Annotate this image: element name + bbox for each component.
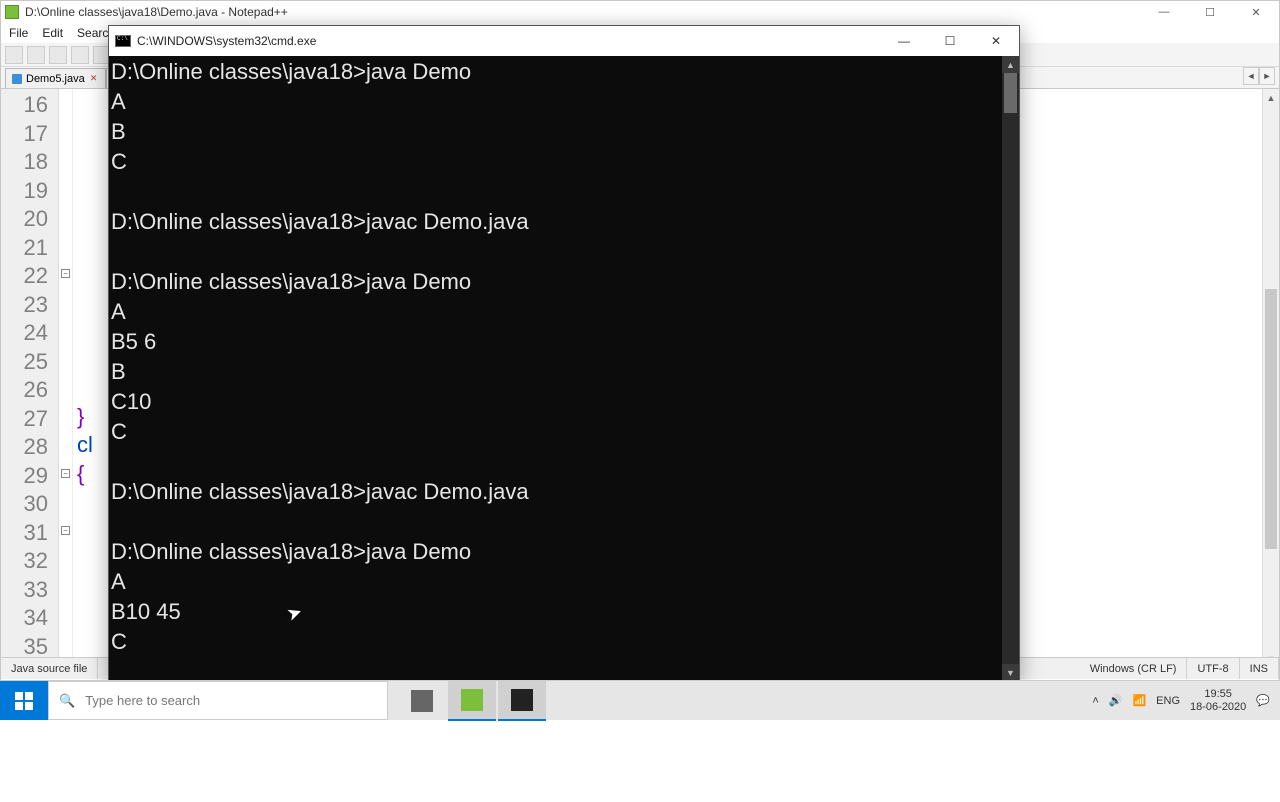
scroll-down-icon[interactable]: ▼ <box>1002 664 1019 681</box>
cmd-window: C:\WINDOWS\system32\cmd.exe — ☐ ✕ D:\Onl… <box>108 25 1020 682</box>
tab-label: Demo5.java <box>26 73 85 85</box>
line-number: 31 <box>1 519 48 548</box>
scroll-up-icon[interactable]: ▲ <box>1002 56 1019 73</box>
toolbar-saveall-icon[interactable] <box>71 46 89 64</box>
cmd-titlebar[interactable]: C:\WINDOWS\system32\cmd.exe — ☐ ✕ <box>109 26 1019 56</box>
status-insert-mode: INS <box>1240 658 1279 679</box>
npp-titlebar[interactable]: D:\Online classes\java18\Demo.java - Not… <box>1 1 1279 23</box>
status-encoding: UTF-8 <box>1187 658 1239 679</box>
line-number: 34 <box>1 604 48 633</box>
system-tray: ˄ 🔊 📶 ENG 19:55 18-06-2020 💬 <box>1082 681 1280 720</box>
line-number: 26 <box>1 376 48 405</box>
taskbar-apps <box>388 681 1082 720</box>
fold-marker-icon[interactable]: − <box>61 469 70 478</box>
tab-scroll-left-icon[interactable]: ◄ <box>1243 67 1259 85</box>
search-placeholder: Type here to search <box>85 693 200 708</box>
menu-file[interactable]: File <box>9 26 28 40</box>
line-gutter: 16 17 18 19 20 21 22 23 24 25 26 27 28 2… <box>1 89 59 667</box>
tab-demo5[interactable]: Demo5.java ✕ <box>5 68 106 88</box>
taskview-button[interactable] <box>398 681 446 721</box>
tray-volume-icon[interactable]: 🔊 <box>1109 694 1123 707</box>
menu-edit[interactable]: Edit <box>42 26 63 40</box>
file-icon <box>12 74 22 84</box>
fold-marker-icon[interactable]: − <box>61 526 70 535</box>
line-number: 16 <box>1 91 48 120</box>
tray-chevron-icon[interactable]: ˄ <box>1092 695 1098 707</box>
scroll-thumb[interactable] <box>1265 289 1277 549</box>
toolbar-new-icon[interactable] <box>5 46 23 64</box>
tray-date: 18-06-2020 <box>1190 701 1246 714</box>
code-text: cl <box>77 432 93 457</box>
line-number: 17 <box>1 120 48 149</box>
npp-scrollbar[interactable]: ▲ ▼ <box>1262 89 1279 667</box>
line-number: 25 <box>1 348 48 377</box>
tray-network-icon[interactable]: 📶 <box>1132 694 1146 707</box>
line-number: 32 <box>1 547 48 576</box>
line-number: 28 <box>1 433 48 462</box>
line-number: 19 <box>1 177 48 206</box>
taskbar-item-cmd[interactable] <box>498 681 546 721</box>
line-number: 18 <box>1 148 48 177</box>
cmd-scrollbar[interactable]: ▲ ▼ <box>1002 56 1019 681</box>
line-number: 30 <box>1 490 48 519</box>
taskbar-search[interactable]: 🔍 Type here to search <box>48 681 388 720</box>
line-number: 27 <box>1 405 48 434</box>
tray-notifications-icon[interactable]: 💬 <box>1256 694 1270 707</box>
tray-time: 19:55 <box>1190 688 1246 701</box>
line-number: 29 <box>1 462 48 491</box>
line-number: 23 <box>1 291 48 320</box>
npp-maximize-button[interactable]: ☐ <box>1187 1 1233 23</box>
line-number: 22 <box>1 262 48 291</box>
scroll-up-icon[interactable]: ▲ <box>1263 89 1279 106</box>
npp-close-button[interactable]: ✕ <box>1233 1 1279 23</box>
code-text: } <box>77 404 84 429</box>
fold-column: − − − <box>59 89 73 667</box>
npp-title-text: D:\Online classes\java18\Demo.java - Not… <box>25 5 288 19</box>
tray-clock[interactable]: 19:55 18-06-2020 <box>1190 688 1246 714</box>
cmd-terminal[interactable]: D:\Online classes\java18>java Demo A B C… <box>109 56 1019 681</box>
line-number: 24 <box>1 319 48 348</box>
cmd-app-icon <box>115 35 131 47</box>
taskbar-item-notepadpp[interactable] <box>448 681 496 721</box>
tab-scroll-right-icon[interactable]: ► <box>1259 67 1275 85</box>
cmd-maximize-button[interactable]: ☐ <box>927 26 973 56</box>
windows-taskbar: 🔍 Type here to search ˄ 🔊 📶 ENG 19:55 18… <box>0 680 1280 720</box>
line-number: 20 <box>1 205 48 234</box>
search-icon: 🔍 <box>59 693 75 709</box>
line-number: 33 <box>1 576 48 605</box>
npp-app-icon <box>5 5 19 19</box>
cmd-title-text: C:\WINDOWS\system32\cmd.exe <box>137 34 316 48</box>
fold-marker-icon[interactable]: − <box>61 269 70 278</box>
toolbar-open-icon[interactable] <box>27 46 45 64</box>
status-eol: Windows (CR LF) <box>1080 658 1188 679</box>
npp-minimize-button[interactable]: — <box>1141 1 1187 23</box>
cmd-minimize-button[interactable]: — <box>881 26 927 56</box>
tab-close-icon[interactable]: ✕ <box>89 74 99 84</box>
scroll-thumb[interactable] <box>1004 73 1017 113</box>
toolbar-save-icon[interactable] <box>49 46 67 64</box>
line-number: 21 <box>1 234 48 263</box>
mouse-pointer-icon: ➤ <box>283 597 307 628</box>
code-text: { <box>77 461 84 486</box>
tray-language[interactable]: ENG <box>1156 695 1180 707</box>
start-button[interactable] <box>0 681 48 720</box>
status-filetype: Java source file <box>1 658 98 679</box>
cmd-output: D:\Online classes\java18>java Demo A B C… <box>111 59 529 714</box>
windows-logo-icon <box>15 692 33 710</box>
